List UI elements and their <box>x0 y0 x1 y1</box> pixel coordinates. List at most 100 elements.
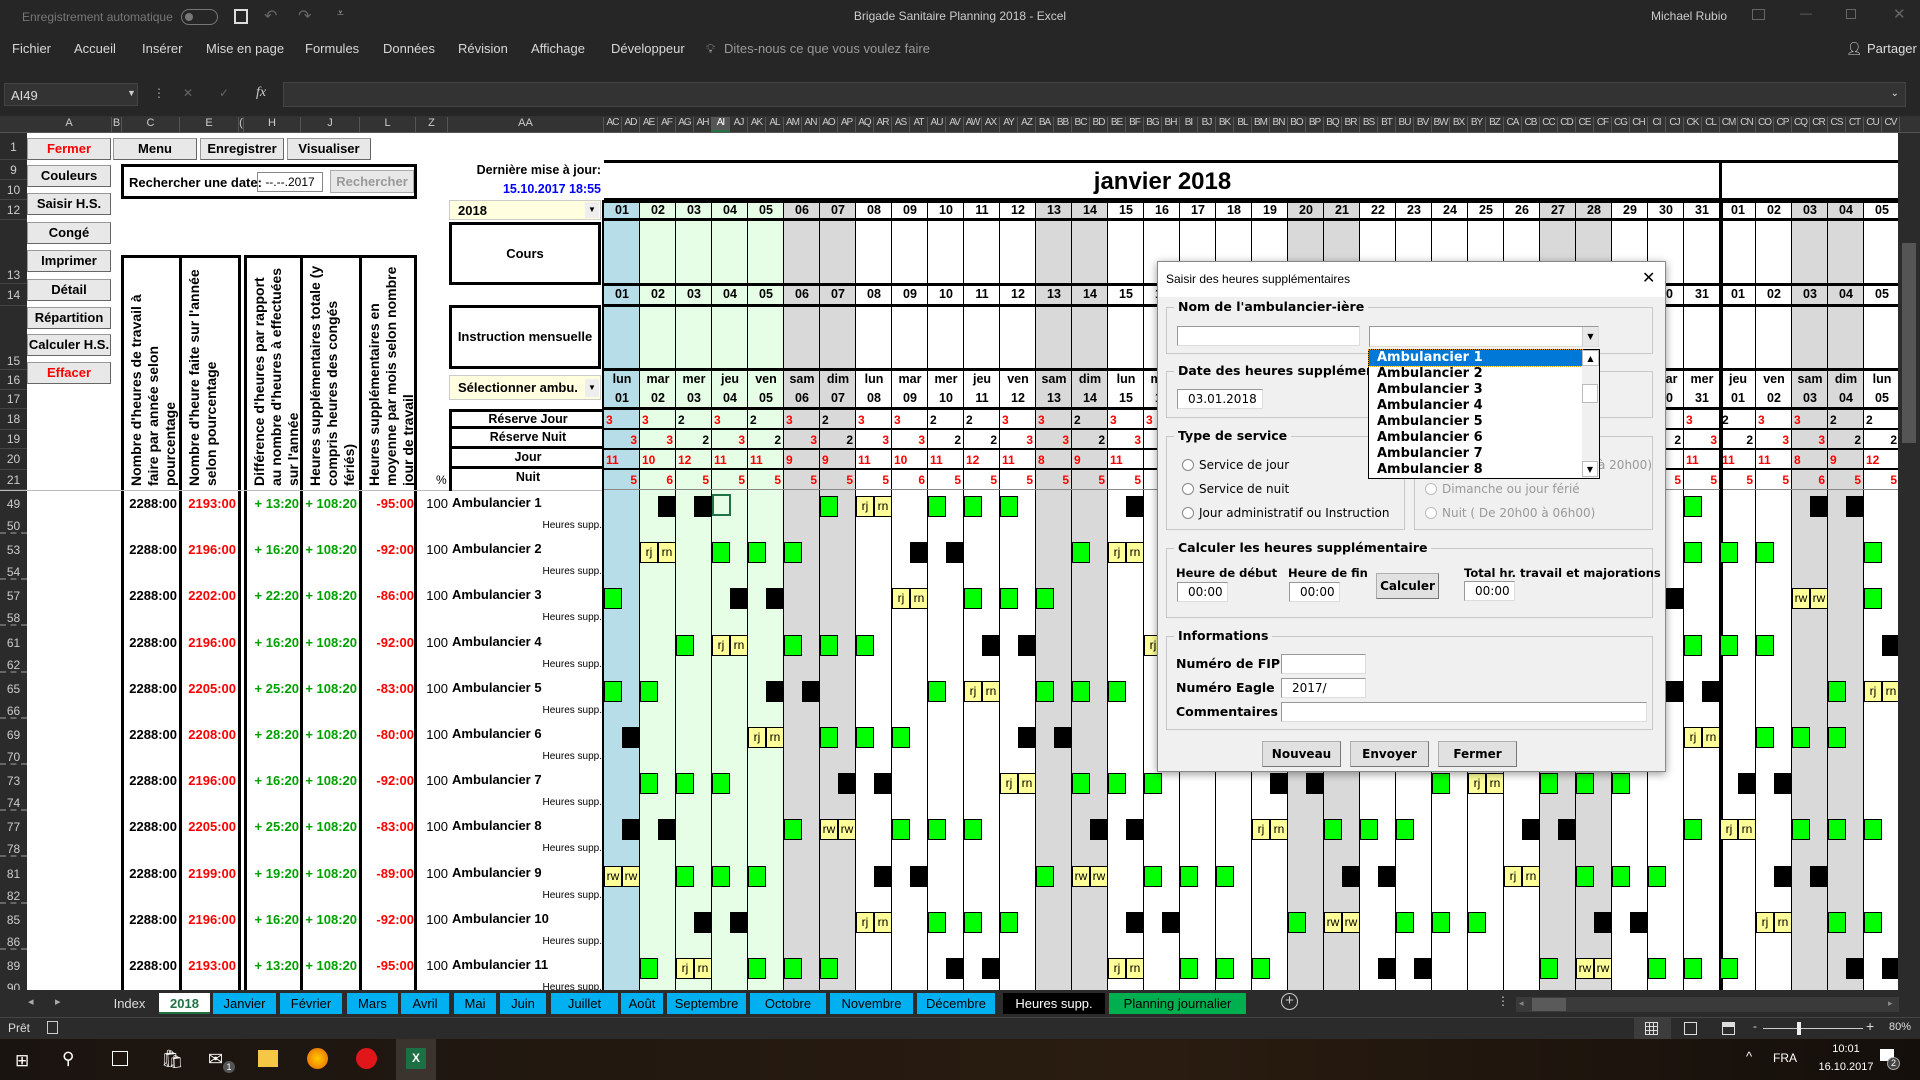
row-header-10[interactable]: 10 <box>0 180 27 200</box>
row-header-66[interactable]: 66 <box>0 703 27 719</box>
day-shift-mark[interactable] <box>1864 588 1882 609</box>
row-header-82[interactable]: 82 <box>0 888 27 904</box>
reserve-mark-rj[interactable]: rj <box>1108 958 1126 979</box>
date-input[interactable]: 03.01.2018 <box>1177 389 1263 409</box>
row-header-70[interactable]: 70 <box>0 749 27 765</box>
row-header-21[interactable]: 21 <box>0 470 27 490</box>
column-header-BH[interactable]: BH <box>1162 117 1180 132</box>
sheet-tab-planning-journalier[interactable]: Planning journalier <box>1109 993 1246 1014</box>
night-shift-mark[interactable] <box>1522 819 1540 840</box>
radio-dimanche-ferie[interactable]: Dimanche ou jour férié <box>1425 482 1580 496</box>
column-header-CV[interactable]: CV <box>1882 117 1900 132</box>
row-header-77[interactable]: 77 <box>0 813 27 841</box>
day-shift-mark[interactable] <box>820 958 838 979</box>
reserve-mark-rn[interactable]: rn <box>1774 912 1792 933</box>
column-header-BO[interactable]: BO <box>1288 117 1306 132</box>
total-input[interactable]: 00:00 <box>1464 581 1515 601</box>
day-shift-mark[interactable] <box>640 681 658 702</box>
minimize-icon[interactable]: — <box>1800 6 1812 20</box>
day-shift-mark[interactable] <box>964 496 982 517</box>
column-header-BN[interactable]: BN <box>1270 117 1288 132</box>
page-layout-view-icon[interactable] <box>1684 1022 1697 1035</box>
row-header-89[interactable]: 89 <box>0 952 27 980</box>
column-header-B[interactable]: B <box>112 117 122 132</box>
day-shift-mark[interactable] <box>1684 819 1702 840</box>
row-header-78[interactable]: 78 <box>0 841 27 857</box>
sheet-tab-heures-supp-[interactable]: Heures supp. <box>1003 993 1105 1014</box>
tell-me-search[interactable]: Dites-nous ce que vous voulez faire <box>724 41 930 56</box>
day-shift-mark[interactable] <box>928 819 946 840</box>
reserve-mark-rn[interactable]: rn <box>982 681 1000 702</box>
column-header-J[interactable]: J <box>301 117 360 132</box>
column-header-AE[interactable]: AE <box>640 117 658 132</box>
night-shift-mark[interactable] <box>874 866 892 887</box>
day-shift-mark[interactable] <box>1396 912 1414 933</box>
day-shift-mark[interactable] <box>1828 727 1846 748</box>
mail-icon[interactable]: ✉︎ <box>208 1049 223 1070</box>
night-shift-mark[interactable] <box>1558 819 1576 840</box>
day-shift-mark[interactable] <box>1432 773 1450 794</box>
night-shift-mark[interactable] <box>1270 773 1288 794</box>
row-header-58[interactable]: 58 <box>0 610 27 626</box>
column-header-AK[interactable]: AK <box>748 117 766 132</box>
reserve-mark-rw[interactable]: rw <box>1792 588 1810 609</box>
effacer-button[interactable]: Effacer <box>27 362 111 384</box>
clock-time[interactable]: 10:01 <box>1822 1043 1870 1055</box>
row-header-85[interactable]: 85 <box>0 906 27 934</box>
column-header-CQ[interactable]: CQ <box>1792 117 1810 132</box>
radio-period-jour[interactable]: à 20h00) <box>1598 458 1652 472</box>
row-header-61[interactable]: 61 <box>0 629 27 657</box>
row-header-49[interactable]: 49 <box>0 490 27 518</box>
excel-icon[interactable]: X <box>406 1048 426 1069</box>
add-sheet-icon[interactable]: + <box>1281 993 1298 1010</box>
day-shift-mark[interactable] <box>856 727 874 748</box>
day-shift-mark[interactable] <box>1684 635 1702 656</box>
day-shift-mark[interactable] <box>1072 681 1090 702</box>
night-shift-mark[interactable] <box>730 912 748 933</box>
row-header-53[interactable]: 53 <box>0 536 27 564</box>
night-shift-mark[interactable] <box>1774 773 1792 794</box>
couleurs-button[interactable]: Couleurs <box>27 165 111 187</box>
dropdown-item[interactable]: Ambulancier 7 <box>1369 446 1582 462</box>
customize-toolbar-icon[interactable]: ⩡ <box>337 6 344 21</box>
row-header-13[interactable]: 13 <box>0 220 27 284</box>
day-shift-mark[interactable] <box>1360 819 1378 840</box>
prev-sheet-icon[interactable]: ◂ <box>28 995 34 1008</box>
reserve-mark-rj[interactable]: rj <box>748 727 766 748</box>
share-button[interactable]: Partager <box>1867 41 1917 56</box>
radio-service-nuit[interactable]: Service de nuit <box>1182 482 1289 496</box>
scroll-right-icon[interactable]: ▸ <box>1888 998 1893 1009</box>
column-header-CR[interactable]: CR <box>1810 117 1828 132</box>
cancel-formula-icon[interactable]: ✕ <box>183 86 193 100</box>
sheet-tab-octobre[interactable]: Octobre <box>750 993 826 1014</box>
column-header-AD[interactable]: AD <box>622 117 640 132</box>
column-header-AV[interactable]: AV <box>946 117 964 132</box>
reserve-mark-rj[interactable]: rj <box>676 958 694 979</box>
column-header-AZ[interactable]: AZ <box>1018 117 1036 132</box>
name-box[interactable]: AI49 ▼ <box>4 83 138 106</box>
ambulancier-name[interactable]: Ambulancier 4 <box>452 634 542 649</box>
ambulancier-name[interactable]: Ambulancier 10 <box>452 911 549 926</box>
night-shift-mark[interactable] <box>766 588 784 609</box>
column-header-AA[interactable]: AA <box>448 117 604 132</box>
day-shift-mark[interactable] <box>748 866 766 887</box>
row-header-57[interactable]: 57 <box>0 582 27 610</box>
tab-inserer[interactable]: Insérer <box>142 41 182 56</box>
row-header-74[interactable]: 74 <box>0 795 27 811</box>
day-shift-mark[interactable] <box>1720 542 1738 563</box>
night-shift-mark[interactable] <box>694 912 712 933</box>
night-shift-mark[interactable] <box>982 635 1000 656</box>
dialog-close-icon[interactable]: ✕ <box>1642 268 1655 287</box>
day-shift-mark[interactable] <box>1864 912 1882 933</box>
tab-revision[interactable]: Révision <box>458 41 508 56</box>
tray-expand-icon[interactable]: ^ <box>1746 1049 1752 1064</box>
nouveau-button[interactable]: Nouveau <box>1262 741 1341 767</box>
select-ambu-dropdown[interactable]: Sélectionner ambu. ▼ <box>449 375 601 400</box>
user-name[interactable]: Michael Rubio <box>1651 9 1727 23</box>
search-date-input[interactable]: --.--.2017 <box>257 172 323 192</box>
clock-date[interactable]: 16.10.2017 <box>1812 1061 1880 1073</box>
night-shift-mark[interactable] <box>1018 727 1036 748</box>
radio-nuit[interactable]: Nuit ( De 20h00 à 06h00) <box>1425 506 1595 520</box>
night-shift-mark[interactable] <box>1774 866 1792 887</box>
sheet-tab-2018[interactable]: 2018 <box>159 993 210 1014</box>
